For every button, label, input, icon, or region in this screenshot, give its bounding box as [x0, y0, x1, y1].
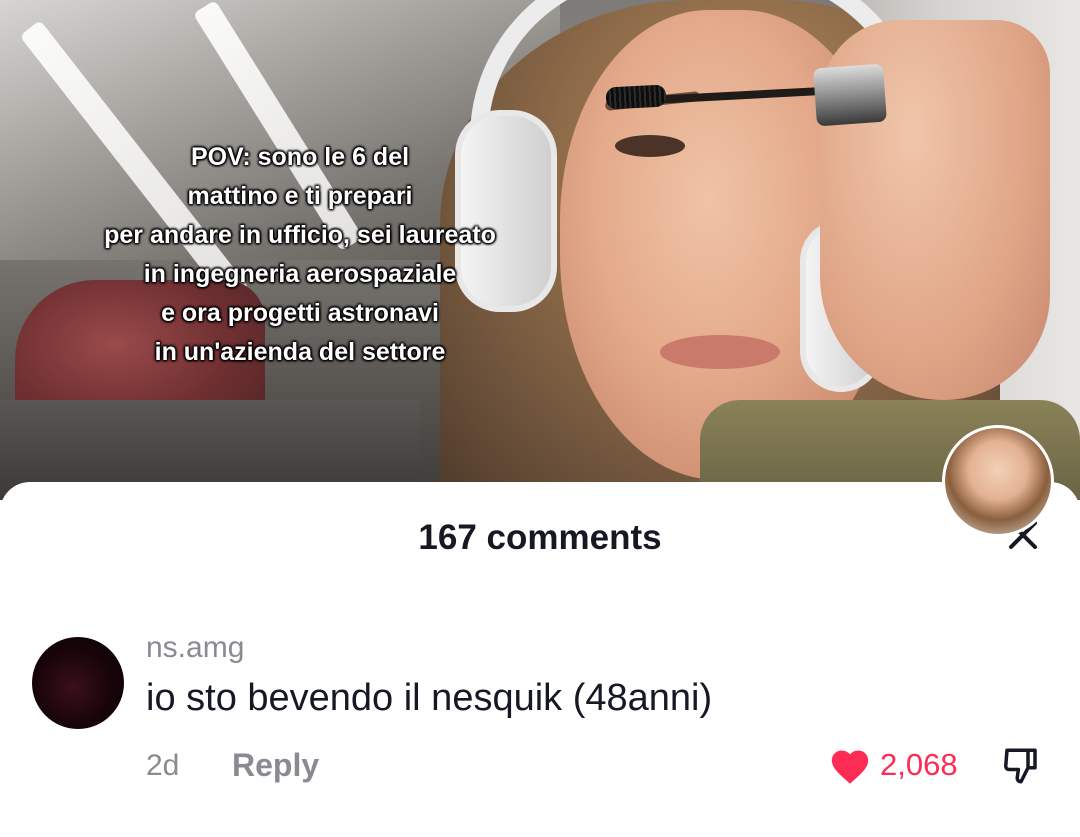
caption-line: e ora progetti astronavi [161, 299, 439, 327]
caption-line: per andare in ufficio, sei laureato [104, 221, 496, 249]
comment-username[interactable]: ns.amg [146, 631, 244, 665]
like-count: 2,068 [880, 747, 958, 782]
eye [615, 135, 685, 157]
video-background[interactable]: POV: sono le 6 del mattino e ti prepari … [0, 0, 1080, 500]
like-button[interactable]: 2,068 [828, 745, 958, 785]
caption-line: in un'azienda del settore [154, 338, 446, 366]
reply-button[interactable]: Reply [232, 747, 319, 784]
thumbs-down-icon[interactable] [1000, 745, 1042, 787]
comments-count-title: 167 comments [418, 518, 662, 557]
creator-avatar[interactable] [942, 425, 1054, 537]
lips [660, 335, 780, 369]
mascara-tube [813, 63, 887, 127]
comment-text: io sto bevendo il nesquik (48anni) [146, 677, 713, 719]
avatar[interactable] [32, 637, 124, 729]
caption-line: in ingegneria aerospaziale [143, 260, 457, 288]
heart-icon [831, 750, 869, 784]
caption-line: mattino e ti prepari [187, 182, 413, 210]
comments-sheet: 167 comments ns.amg io sto bevendo il ne… [0, 482, 1080, 837]
comment-item: ns.amg io sto bevendo il nesquik (48anni… [0, 627, 1080, 817]
video-caption: POV: sono le 6 del mattino e ti prepari … [30, 138, 570, 372]
comment-timestamp: 2d [146, 749, 180, 782]
caption-line: POV: sono le 6 del [190, 143, 410, 171]
mascara-brush [605, 84, 667, 110]
